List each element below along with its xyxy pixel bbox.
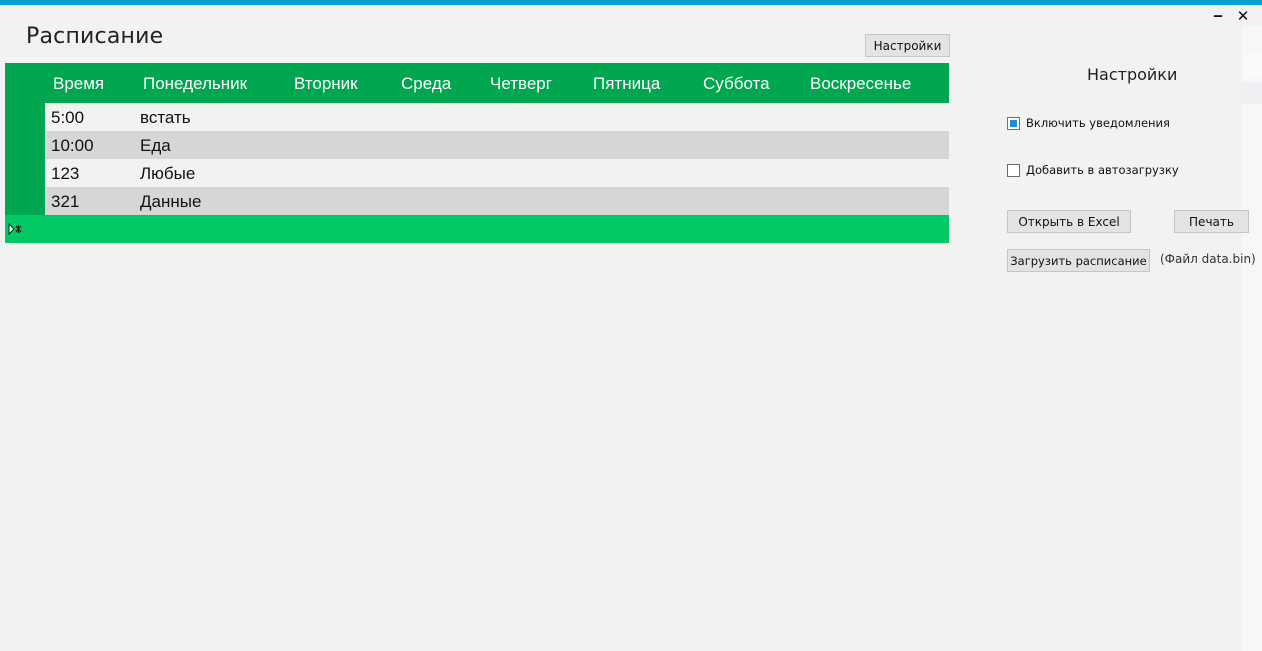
cell-monday[interactable]: Данные: [140, 187, 201, 215]
checkbox-box[interactable]: [1007, 163, 1020, 177]
cell-time[interactable]: 321: [51, 187, 79, 215]
page-title: Расписание: [26, 24, 164, 49]
right-edge-strip: [1242, 82, 1262, 104]
new-row-marker-icon: [8, 223, 22, 235]
new-row[interactable]: [5, 215, 949, 243]
column-header-sunday[interactable]: Воскресенье: [810, 63, 911, 103]
table-row[interactable]: 321 Данные: [45, 187, 949, 215]
minimize-icon: ‒: [1213, 8, 1223, 24]
right-edge-strip: [1242, 54, 1262, 78]
column-header-thursday[interactable]: Четверг: [490, 63, 552, 103]
notifications-label: Включить уведомления: [1026, 116, 1170, 130]
column-header-friday[interactable]: Пятница: [593, 63, 660, 103]
settings-panel-title: Настройки: [1087, 65, 1178, 84]
print-button[interactable]: Печать: [1174, 210, 1249, 233]
minimize-button[interactable]: ‒: [1207, 7, 1229, 25]
open-in-excel-button[interactable]: Открыть в Excel: [1007, 210, 1131, 233]
cell-monday[interactable]: встать: [140, 103, 191, 131]
autostart-checkbox[interactable]: Добавить в автозагрузку: [1007, 163, 1179, 177]
notifications-checkbox[interactable]: Включить уведомления: [1007, 116, 1170, 130]
app-window: ‒ ✕ Расписание Настройки Время Понедельн…: [0, 0, 1262, 651]
column-header-wednesday[interactable]: Среда: [401, 63, 451, 103]
table-row[interactable]: 123 Любые: [45, 159, 949, 187]
grid-body: 5:00 встать 10:00 Еда 123 Любые 321 Данн…: [45, 103, 949, 215]
column-header-saturday[interactable]: Суббота: [703, 63, 770, 103]
checkbox-box[interactable]: [1007, 116, 1020, 130]
column-header-time[interactable]: Время: [53, 63, 104, 103]
settings-button[interactable]: Настройки: [865, 34, 950, 57]
cell-monday[interactable]: Еда: [140, 131, 171, 159]
grid-header-row: Время Понедельник Вторник Среда Четверг …: [45, 63, 949, 103]
column-header-tuesday[interactable]: Вторник: [294, 63, 358, 103]
table-row[interactable]: 10:00 Еда: [45, 131, 949, 159]
window-accent-bar: [0, 0, 1262, 5]
close-icon: ✕: [1236, 7, 1250, 25]
autostart-label: Добавить в автозагрузку: [1026, 163, 1179, 177]
cell-time[interactable]: 5:00: [51, 103, 84, 131]
file-note: (Файл data.bin): [1160, 252, 1256, 266]
schedule-grid: Время Понедельник Вторник Среда Четверг …: [5, 63, 949, 243]
close-button[interactable]: ✕: [1232, 7, 1254, 25]
cell-time[interactable]: 123: [51, 159, 79, 187]
right-edge-panel: [1242, 26, 1262, 651]
column-header-monday[interactable]: Понедельник: [143, 63, 247, 103]
cell-time[interactable]: 10:00: [51, 131, 94, 159]
load-schedule-button[interactable]: Загрузить расписание: [1007, 249, 1150, 272]
cell-monday[interactable]: Любые: [140, 159, 195, 187]
table-row[interactable]: 5:00 встать: [45, 103, 949, 131]
